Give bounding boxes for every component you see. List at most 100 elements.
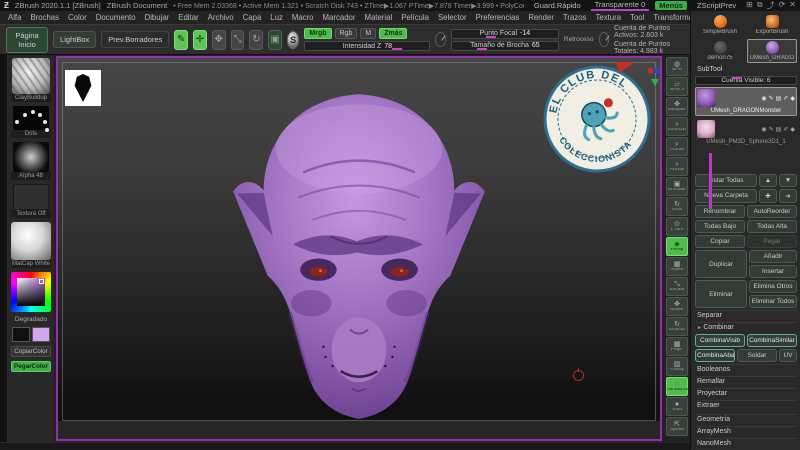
duplicate-button[interactable]: Duplicar [695, 250, 747, 278]
brush-size-slider[interactable]: Tamaño de Brocha 65 [451, 41, 559, 51]
right-shelf-button[interactable]: ✥ Mover [666, 297, 688, 316]
menu-item[interactable]: Capa [243, 13, 262, 22]
weld-button[interactable]: Soldar [737, 349, 777, 362]
current-texture-thumbnail[interactable]: Textura Off [11, 184, 51, 218]
slider-thumb[interactable] [486, 36, 496, 38]
backtrack-button[interactable]: Retroceso [564, 36, 594, 43]
move-up-button[interactable]: ▲ [759, 174, 777, 187]
copy-button[interactable]: Copiar [695, 235, 745, 248]
visible-count-slider[interactable]: Cuenta Visible: 6 [695, 76, 797, 85]
current-material-thumbnail[interactable]: MatCap White [11, 222, 51, 268]
paste-color-button[interactable]: PegarColor [11, 361, 51, 372]
scale-mode-button[interactable]: ⤡ [231, 30, 245, 50]
draw-mode-button[interactable]: ✛ [193, 30, 207, 50]
right-shelf-button[interactable]: ▣ Encuadr [666, 177, 688, 196]
color-picker[interactable] [11, 272, 51, 312]
menu-item[interactable]: Dibujar [145, 13, 170, 22]
draft-preview-button[interactable]: Prev.Borradores [101, 31, 169, 48]
split-section-header[interactable]: Separar [695, 310, 797, 320]
new-folder-button[interactable]: Nueva Carpeta [695, 189, 757, 203]
tool-tile[interactable]: UMesh_DRAGO [747, 39, 797, 63]
focal-shift-slider[interactable]: Punto Focal -14 [451, 29, 559, 39]
right-shelf-button[interactable]: ⤡ Escala [666, 277, 688, 296]
list-all-button[interactable]: Listar Todas [695, 174, 757, 187]
tool-tile[interactable]: SimpleBrush [695, 13, 745, 37]
project-section-header[interactable]: Proyectar [695, 388, 797, 398]
secondary-color-swatch[interactable] [32, 327, 50, 342]
rotate-mode-button[interactable]: ↻ [249, 30, 263, 50]
slider-thumb[interactable] [732, 77, 742, 79]
current-stroke-thumbnail[interactable]: Dots [11, 106, 51, 138]
menu-item[interactable]: Trazos [563, 13, 587, 22]
eye-icon[interactable]: ◉ [761, 95, 766, 102]
uv-button[interactable]: UV [779, 349, 797, 362]
right-shelf-button[interactable]: ▨ Transp [666, 357, 688, 376]
folder-add-icon[interactable]: ✚ [759, 189, 777, 203]
move-mode-button[interactable]: ✥ [212, 30, 226, 50]
delete-other-button[interactable]: Elimina Otros [749, 280, 797, 293]
all-low-button[interactable]: Todas Bajo [695, 220, 745, 233]
subtool-header[interactable]: SubTool [695, 65, 797, 74]
main-color-swatch[interactable] [12, 327, 30, 342]
right-shelf-button[interactable]: ↻ Girar3D [666, 317, 688, 336]
merge-visible-button[interactable]: CombinaVisib [695, 334, 745, 347]
right-shelf-button[interactable]: ◍ BPR [666, 57, 688, 76]
subtool-row[interactable]: ◉ ✎ ▤ ✐ ◆ UMesh_DRAGONMonster [695, 87, 797, 116]
m-button[interactable]: M [360, 28, 376, 39]
right-shelf-button[interactable]: ◈ Persp [666, 237, 688, 256]
pen-icon[interactable]: ✐ [783, 95, 788, 102]
right-shelf-button[interactable]: ⌕ AAHalf [666, 157, 688, 176]
merge-section-header[interactable]: Combinar [695, 322, 797, 332]
right-shelf-button[interactable]: ↻ Girar [666, 197, 688, 216]
right-shelf-button[interactable]: ▱ SPix 3 [666, 77, 688, 96]
menu-item[interactable]: Archivo [208, 13, 234, 22]
menu-item[interactable]: Editar [178, 13, 198, 22]
subtool-row[interactable]: ◉ ✎ ▤ ✐ ◆ UMesh_PM3D_Sphere3D1_1 [695, 118, 797, 147]
tool-tile[interactable]: demon75 [695, 39, 745, 63]
palette-section-header[interactable]: NanoMesh [695, 438, 797, 448]
right-shelf-button[interactable]: ⌕ Zoom3D [666, 117, 688, 136]
mrgb-button[interactable]: Mrgb [304, 28, 331, 39]
menu-item[interactable]: Macro [292, 13, 314, 22]
menu-item[interactable]: Selector [438, 13, 467, 22]
right-shelf-button[interactable]: ◌ Fantasma [666, 377, 688, 396]
paint-icon[interactable]: ✎ [769, 126, 774, 133]
lightbox-button[interactable]: LightBox [53, 31, 96, 48]
palette-section-header[interactable]: Geometría [695, 414, 797, 424]
remesh-section-header[interactable]: Remallar [695, 376, 797, 386]
merge-down-button[interactable]: CombinaAbajo [695, 349, 735, 362]
delete-button[interactable]: Eliminar [695, 280, 747, 308]
right-shelf-button[interactable]: ▦ Suelo [666, 257, 688, 276]
menu-item[interactable]: Tool [630, 13, 644, 22]
eye-icon[interactable]: ◉ [761, 126, 766, 133]
right-shelf-button[interactable]: ▩ PolyF [666, 337, 688, 356]
menu-item[interactable]: Color [68, 13, 87, 22]
folder-go-icon[interactable]: ➜ [779, 189, 797, 203]
menu-item[interactable]: Preferencias [476, 13, 520, 22]
menu-item[interactable]: Documento [96, 13, 136, 22]
scroll-indicator[interactable] [709, 153, 712, 209]
slider-thumb[interactable] [477, 48, 487, 50]
zscript-preview-button[interactable]: ZScriptPrev [693, 1, 740, 10]
palette-section-header[interactable]: ArrayMesh [695, 426, 797, 436]
merge-similar-button[interactable]: CombinaSimilar [747, 334, 797, 347]
sculptris-pro-button[interactable]: S [287, 31, 299, 49]
move-down-button[interactable]: ▼ [779, 174, 797, 187]
extract-section-header[interactable]: Extraer [695, 400, 797, 410]
layers-icon[interactable]: ▤ [776, 126, 782, 133]
window-control-icon[interactable]: ⟳ [779, 0, 786, 11]
menu-item[interactable]: Alfa [8, 13, 21, 22]
delete-all-button[interactable]: Eliminar Todos [749, 295, 797, 308]
current-alpha-thumbnail[interactable]: Alpha 48 [11, 142, 51, 180]
rgb-button[interactable]: Rgb [335, 28, 358, 39]
gizmo-button[interactable]: ▣ [268, 30, 282, 50]
window-control-icon[interactable]: ⊞ [746, 0, 753, 11]
right-shelf-button[interactable]: ✥ Desplaz [666, 97, 688, 116]
layers-icon[interactable]: ▤ [776, 95, 782, 102]
diamond-icon[interactable]: ◆ [790, 126, 795, 133]
subtool-thumbnail[interactable] [697, 89, 715, 107]
paste-button[interactable]: Pegar [747, 235, 797, 248]
window-control-icon[interactable]: ✕ [789, 0, 796, 11]
tool-tile[interactable]: ExportBrush [747, 13, 797, 37]
z-intensity-slider[interactable]: Intensidad Z 78 [304, 41, 430, 51]
